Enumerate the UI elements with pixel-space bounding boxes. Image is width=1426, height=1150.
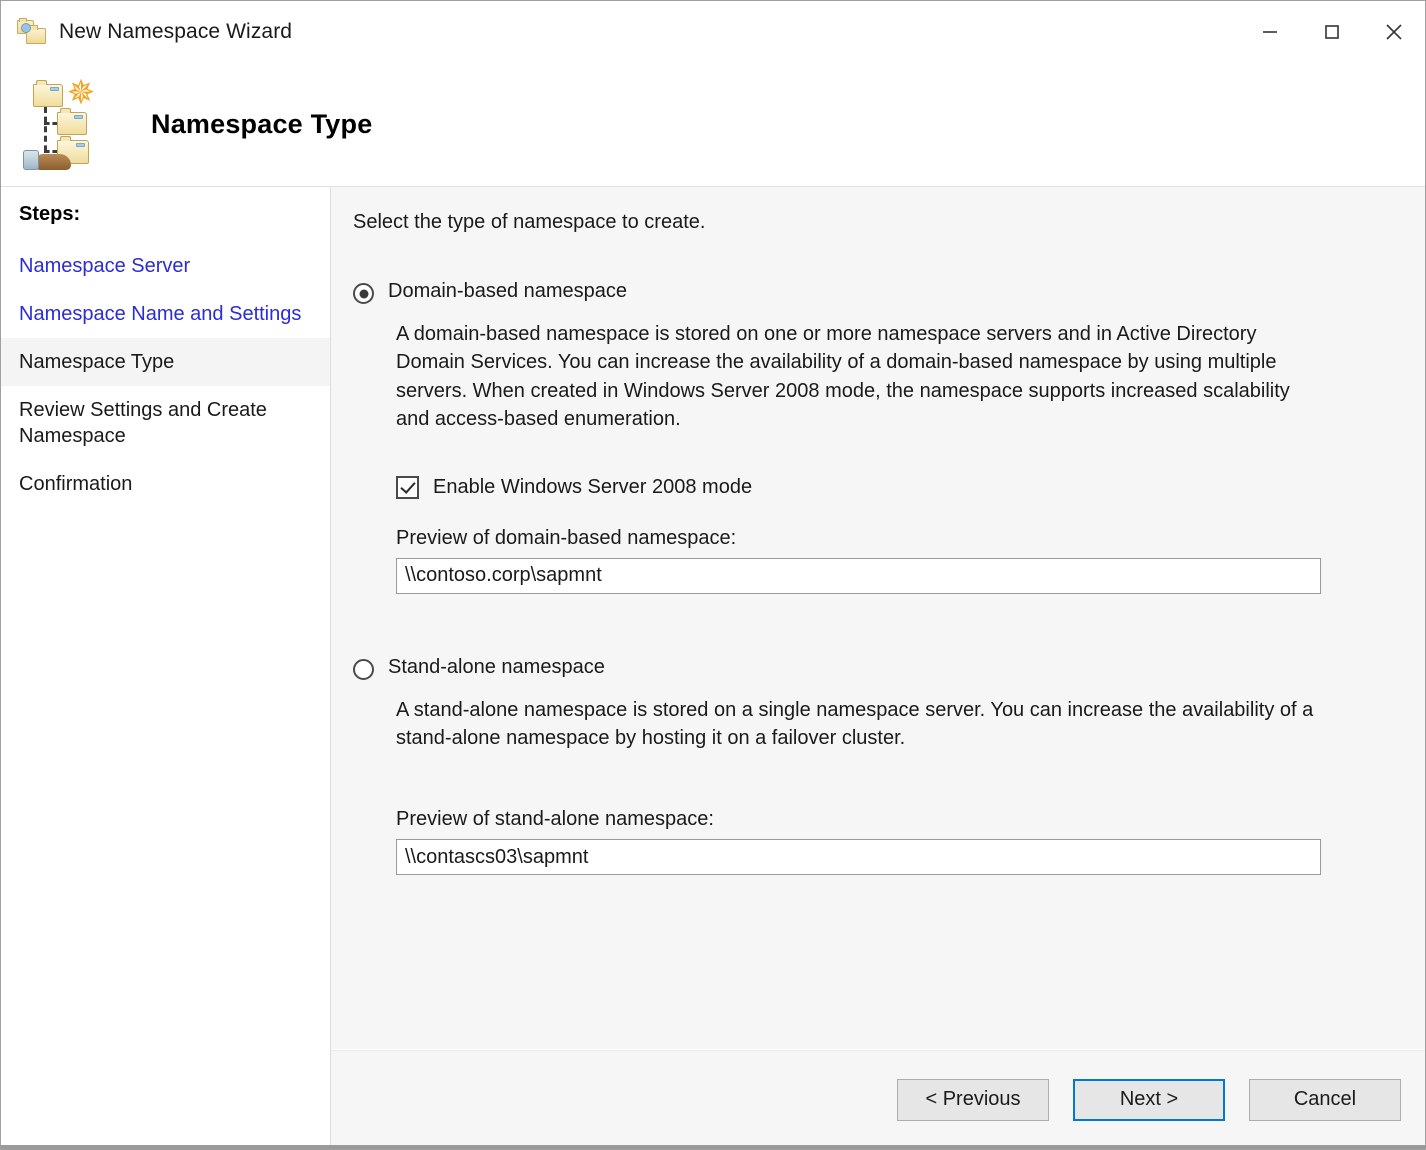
content-inner: Select the type of namespace to create. …	[331, 187, 1425, 1049]
option-stand-alone[interactable]: Stand-alone namespace	[353, 656, 1397, 680]
checkbox-enable-windows-server-2008-mode-label: Enable Windows Server 2008 mode	[433, 475, 753, 498]
hand-icon	[23, 148, 71, 170]
option-domain-based[interactable]: Domain-based namespace	[353, 280, 1397, 304]
sidebar-item-review-settings-and-create-namespace[interactable]: Review Settings and Create Namespace	[1, 386, 330, 460]
content-panel: Select the type of namespace to create. …	[331, 187, 1425, 1149]
option-domain-based-description: A domain-based namespace is stored on on…	[396, 323, 1290, 431]
maximize-icon[interactable]	[1301, 1, 1363, 63]
page-title: Namespace Type	[151, 109, 373, 139]
previous-button[interactable]: < Previous	[897, 1078, 1049, 1121]
sidebar-item-namespace-name-and-settings[interactable]: Namespace Name and Settings	[1, 290, 330, 338]
steps-sidebar: Steps: Namespace Server Namespace Name a…	[1, 187, 331, 1149]
close-icon[interactable]	[1363, 1, 1425, 63]
sidebar-item-confirmation[interactable]: Confirmation	[1, 460, 330, 508]
checkbox-enable-windows-server-2008-mode[interactable]	[396, 475, 419, 499]
enable-2008-mode-row[interactable]: Enable Windows Server 2008 mode	[396, 475, 1397, 499]
window-title: New Namespace Wizard	[59, 20, 293, 43]
radio-domain-based[interactable]	[353, 283, 374, 304]
minimize-icon[interactable]	[1239, 1, 1301, 63]
title-bar: New Namespace Wizard	[1, 1, 1425, 63]
radio-stand-alone[interactable]	[353, 658, 374, 680]
preview-domain-based-label: Preview of domain-based namespace:	[396, 526, 737, 549]
namespace-tree-wizard-icon: ✵	[19, 76, 109, 174]
wizard-header: ✵ Namespace Type	[1, 63, 1425, 187]
preview-stand-alone-label: Preview of stand-alone namespace:	[396, 808, 714, 831]
preview-stand-alone-value: \\contascs03\sapmnt	[396, 839, 1321, 876]
sidebar-item-namespace-server[interactable]: Namespace Server	[1, 242, 330, 290]
title-bar-left: New Namespace Wizard	[1, 18, 292, 46]
option-domain-based-label: Domain-based namespace	[388, 280, 628, 302]
next-button[interactable]: Next >	[1073, 1078, 1225, 1121]
wizard-body: Steps: Namespace Server Namespace Name a…	[1, 187, 1425, 1149]
option-stand-alone-label: Stand-alone namespace	[388, 655, 605, 678]
window-bottom-edge	[1, 1145, 1426, 1149]
wizard-footer: < Previous Next > Cancel	[331, 1049, 1425, 1149]
preview-domain-based-value: \\contoso.corp\sapmnt	[396, 557, 1321, 594]
option-stand-alone-description: A stand-alone namespace is stored on a s…	[396, 698, 1314, 749]
steps-heading: Steps:	[19, 203, 81, 225]
cancel-button[interactable]: Cancel	[1249, 1078, 1401, 1121]
sidebar-item-namespace-type[interactable]: Namespace Type	[1, 338, 330, 386]
window-controls	[1239, 1, 1425, 63]
intro-text: Select the type of namespace to create.	[353, 211, 706, 233]
sparkle-icon: ✵	[66, 73, 96, 112]
wizard-window: New Namespace Wizard ✵ Namespace Type St…	[0, 0, 1426, 1150]
folders-icon	[17, 18, 47, 46]
